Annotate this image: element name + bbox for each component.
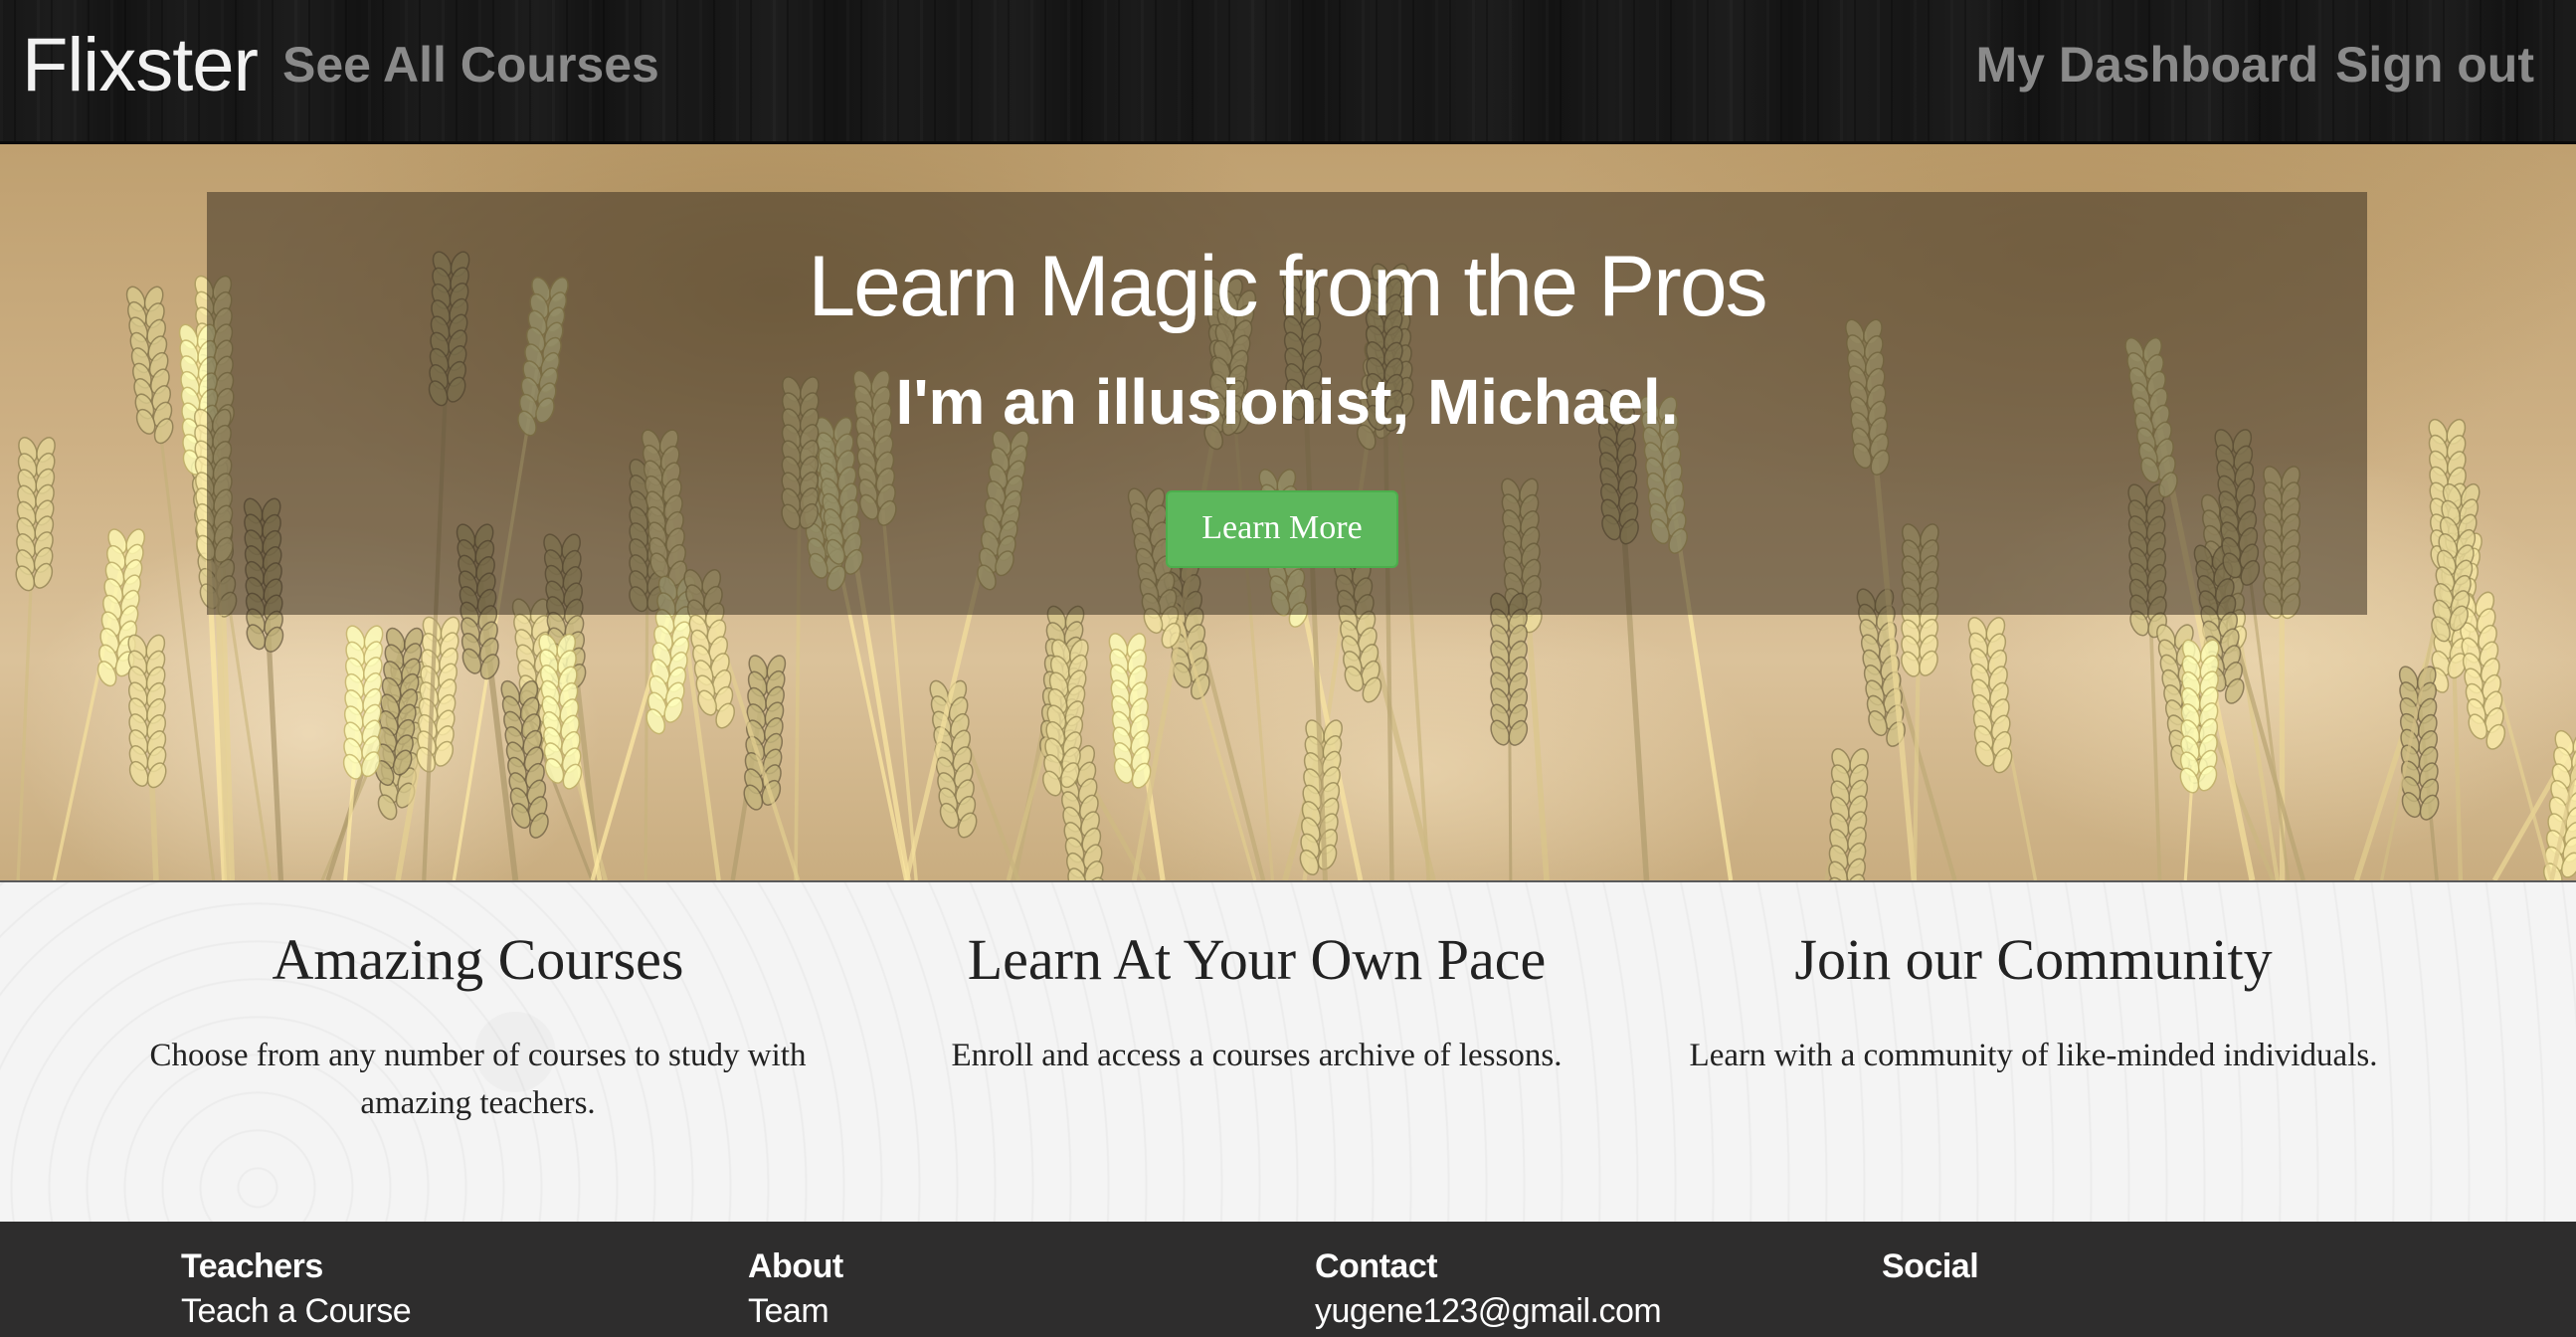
my-dashboard-link[interactable]: My Dashboard [1975, 34, 2318, 96]
hero-title: Learn Magic from the Pros [808, 239, 1767, 334]
site-footer: Teachers Teach a Course About Team Conta… [0, 1222, 2576, 1337]
feature-learn-at-your-own-pace: Learn At Your Own Pace Enroll and access… [868, 882, 1645, 1079]
footer-heading: Teachers [181, 1247, 323, 1285]
feature-description: Learn with a community of like-minded in… [1689, 1038, 2378, 1073]
footer-heading: Social [1882, 1247, 1979, 1285]
sign-out-link[interactable]: Sign out [2335, 34, 2534, 96]
feature-description: Enroll and access a courses archive of l… [951, 1038, 1563, 1073]
footer-heading: About [748, 1247, 843, 1285]
features-section: Amazing Courses Choose from any number o… [0, 880, 2576, 1222]
footer-column-contact: Contact yugene123@gmail.com [1315, 1245, 1812, 1335]
footer-heading: Contact [1315, 1247, 1438, 1285]
top-navbar: Flixster See All Courses My Dashboard Si… [0, 0, 2576, 144]
feature-amazing-courses: Amazing Courses Choose from any number o… [90, 882, 866, 1127]
feature-title: Learn At Your Own Pace [967, 927, 1547, 992]
footer-column-teachers: Teachers Teach a Course [181, 1245, 678, 1335]
contact-email-link[interactable]: yugene123@gmail.com [1315, 1287, 1812, 1335]
hero-subtitle: I'm an illusionist, Michael. [895, 366, 1679, 438]
see-all-courses-link[interactable]: See All Courses [282, 34, 659, 96]
footer-column-about: About Team [748, 1245, 1245, 1335]
feature-title: Amazing Courses [272, 927, 684, 992]
feature-title: Join our Community [1794, 927, 2273, 992]
feature-description: Choose from any number of courses to stu… [149, 1038, 807, 1121]
brand-logo-link[interactable]: Flixster [22, 22, 259, 109]
hero-banner: Learn Magic from the Pros I'm an illusio… [0, 144, 2576, 880]
team-link[interactable]: Team [748, 1287, 1245, 1335]
feature-join-our-community: Join our Community Learn with a communit… [1645, 882, 2422, 1079]
learn-more-button[interactable]: Learn More [1166, 490, 1398, 568]
hero-panel: Learn Magic from the Pros I'm an illusio… [207, 192, 2367, 615]
footer-column-social: Social [1882, 1245, 2379, 1287]
teach-a-course-link[interactable]: Teach a Course [181, 1287, 678, 1335]
